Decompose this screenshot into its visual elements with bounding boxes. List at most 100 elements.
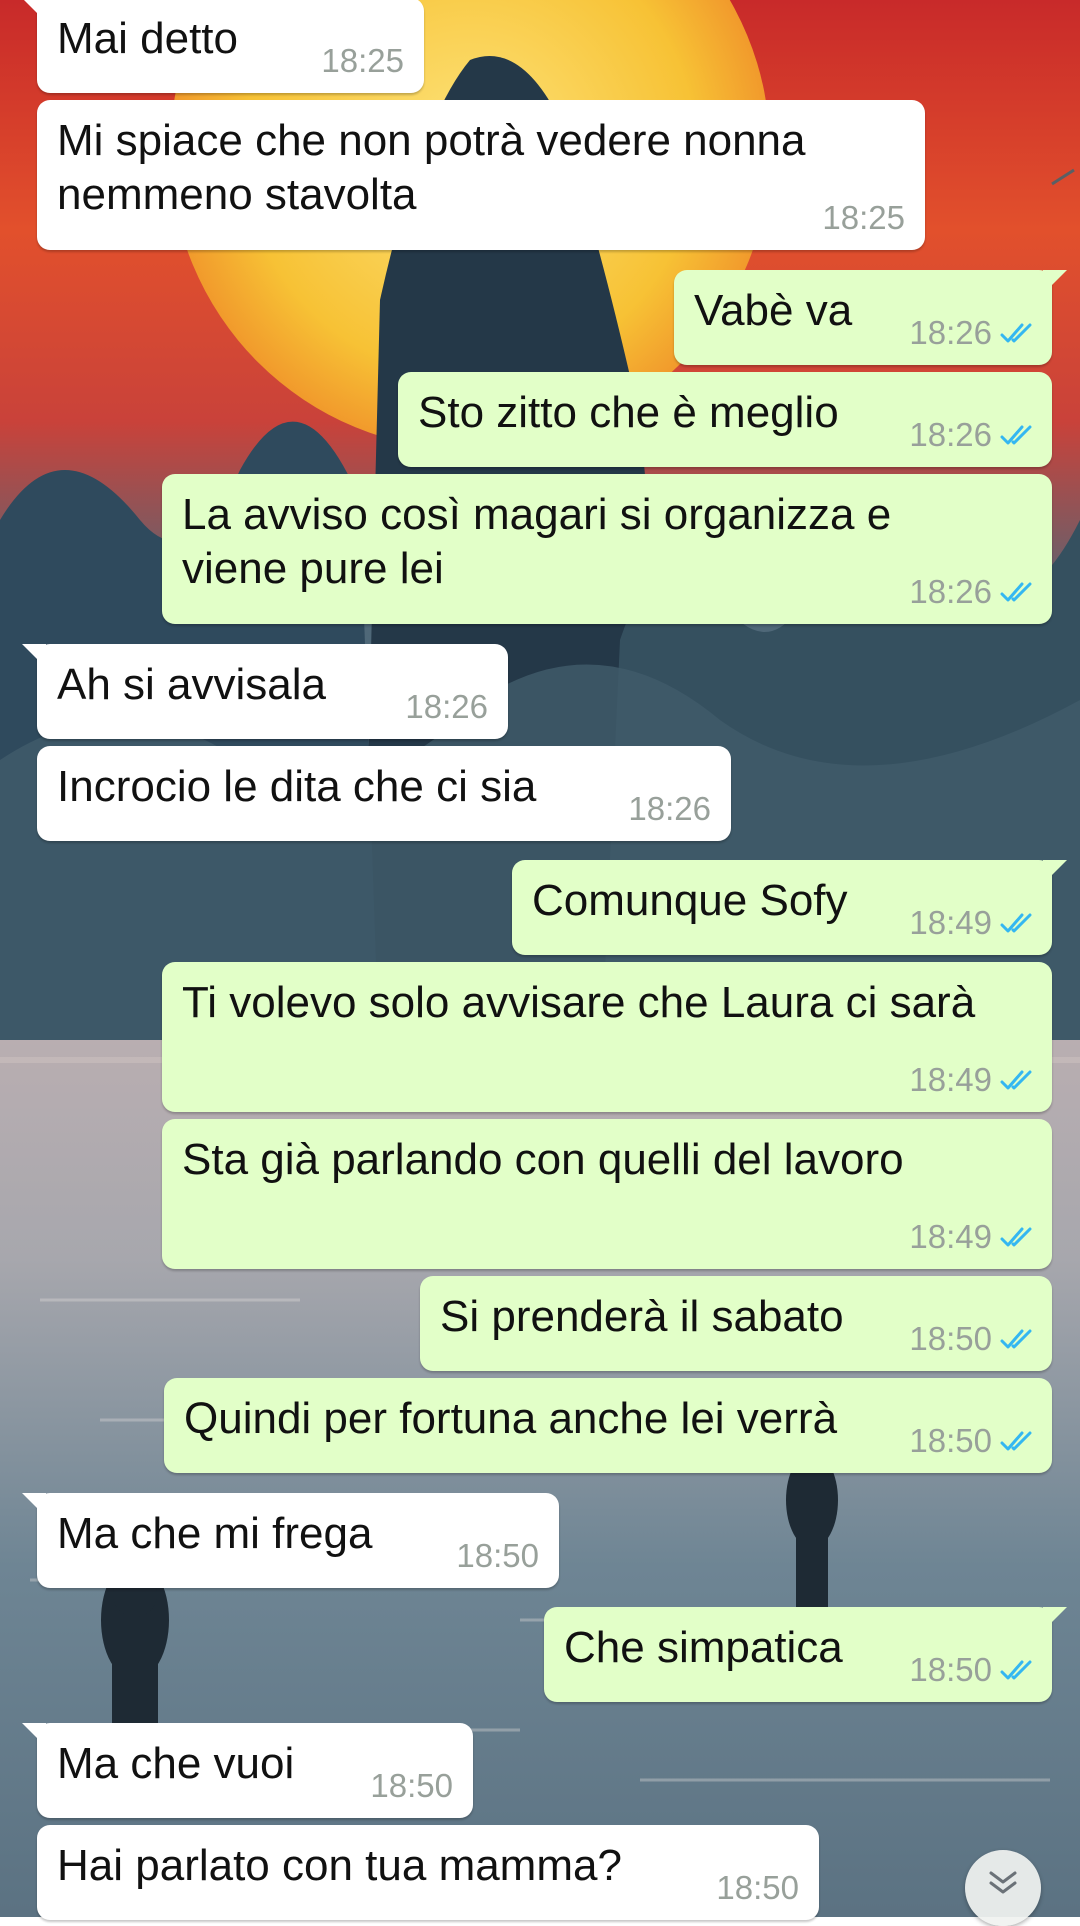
- message-text-line: Sto zitto che è meglio: [418, 388, 839, 437]
- message-text: Sta già parlando con quelli del lavoro: [182, 1133, 904, 1187]
- message-timestamp: 18:49: [909, 1218, 992, 1255]
- outgoing-message-bubble[interactable]: Si prenderà il sabato 18:50: [420, 1276, 1052, 1371]
- double-check-read-icon: [1000, 582, 1032, 602]
- message-text: La avviso così magari si organizza e vien…: [182, 488, 891, 596]
- bubble-tail: [22, 1723, 46, 1747]
- message-text: Sto zitto che è meglio: [418, 386, 839, 440]
- message-meta: 18:26: [909, 415, 1036, 455]
- double-check-read-icon: [1000, 425, 1032, 445]
- message-text: Incrocio le dita che ci sia: [57, 760, 536, 814]
- message-meta: 18:26: [405, 687, 488, 727]
- incoming-message-bubble[interactable]: Mi spiace che non potrà vedere nonna nemm…: [37, 100, 925, 250]
- message-timestamp: 18:49: [909, 1061, 992, 1098]
- message-meta: 18:50: [909, 1650, 1036, 1690]
- message-text: Si prenderà il sabato: [440, 1290, 844, 1344]
- message-meta: 18:26: [628, 789, 711, 829]
- message-text: Ma che mi frega: [57, 1507, 372, 1561]
- bubble-tail: [24, 0, 46, 22]
- message-text: Mai detto: [57, 12, 238, 66]
- message-text: Quindi per fortuna anche lei verrà: [184, 1392, 837, 1446]
- outgoing-message-bubble[interactable]: Quindi per fortuna anche lei verrà 18:50: [164, 1378, 1052, 1473]
- message-text-line: La avviso così magari si organizza e: [182, 490, 892, 539]
- message-timestamp: 18:25: [321, 42, 404, 79]
- incoming-message-bubble[interactable]: Hai parlato con tua mamma? 18:50: [37, 1825, 819, 1920]
- incoming-message-bubble[interactable]: Ma che mi frega 18:50: [22, 1493, 559, 1588]
- bubble-tail: [1043, 860, 1067, 884]
- message-meta: 18:49: [909, 1217, 1036, 1257]
- message-timestamp: 18:26: [909, 416, 992, 453]
- outgoing-message-bubble[interactable]: Ti volevo solo avvisare che Laura ci sar…: [162, 962, 1052, 1112]
- message-text: Vabè va: [694, 284, 852, 338]
- outgoing-message-bubble[interactable]: Sta già parlando con quelli del lavoro 18…: [162, 1119, 1052, 1269]
- double-check-read-icon: [1000, 1329, 1032, 1349]
- message-meta: 18:50: [716, 1868, 799, 1908]
- message-timestamp: 18:50: [370, 1767, 453, 1804]
- message-timestamp: 18:26: [909, 314, 992, 351]
- chat-message-list[interactable]: Mai detto 18:25 Mi spiace che non potrà ve…: [0, 0, 1080, 1920]
- message-text: Comunque Sofy: [532, 874, 848, 928]
- double-chevron-down-icon: [989, 1871, 1017, 1894]
- message-timestamp: 18:26: [628, 790, 711, 827]
- message-meta: 18:49: [909, 1060, 1036, 1100]
- bubble-tail: [22, 644, 46, 668]
- bubble-tail: [1043, 1607, 1067, 1631]
- incoming-message-bubble[interactable]: Ma che vuoi 18:50: [22, 1723, 473, 1818]
- message-meta: 18:25: [822, 198, 905, 238]
- message-text-line: Ti volevo solo avvisare che Laura ci sar…: [182, 978, 976, 1027]
- outgoing-message-bubble[interactable]: Comunque Sofy 18:49: [512, 860, 1067, 955]
- message-text-line: Si prenderà il sabato: [440, 1292, 844, 1341]
- incoming-message-bubble[interactable]: Incrocio le dita che ci sia 18:26: [37, 746, 731, 841]
- message-meta: 18:25: [321, 41, 404, 81]
- double-check-read-icon: [1000, 1660, 1032, 1680]
- message-text: Ma che vuoi: [57, 1737, 294, 1791]
- chevron-right-icon: [1051, 168, 1075, 186]
- message-text: Che simpatica: [564, 1621, 843, 1675]
- message-text-line: viene pure lei: [182, 544, 444, 593]
- message-meta: 18:49: [909, 903, 1036, 943]
- message-text-line: Mi spiace che non potrà vedere nonna: [57, 116, 806, 165]
- message-timestamp: 18:26: [909, 573, 992, 610]
- incoming-message-bubble[interactable]: Mai detto 18:25: [24, 0, 424, 93]
- bubble-tail: [1043, 270, 1067, 294]
- message-text-line: Comunque Sofy: [532, 876, 848, 925]
- message-text: Ti volevo solo avvisare che Laura ci sar…: [182, 976, 975, 1030]
- message-text-line: Ma che vuoi: [57, 1739, 295, 1788]
- incoming-message-bubble[interactable]: Ah si avvisala 18:26: [22, 644, 508, 739]
- message-text-line: Incrocio le dita che ci sia: [57, 762, 537, 811]
- double-check-read-icon: [1000, 1431, 1032, 1451]
- outgoing-message-bubble[interactable]: Sto zitto che è meglio 18:26: [398, 372, 1052, 467]
- message-timestamp: 18:50: [909, 1320, 992, 1357]
- outgoing-message-bubble[interactable]: Che simpatica 18:50: [544, 1607, 1067, 1702]
- message-timestamp: 18:50: [909, 1651, 992, 1688]
- scroll-to-bottom-button[interactable]: [965, 1850, 1041, 1926]
- message-timestamp: 18:49: [909, 904, 992, 941]
- message-text-line: Mai detto: [57, 14, 238, 63]
- message-meta: 18:26: [909, 313, 1036, 353]
- message-text: Ah si avvisala: [57, 658, 326, 712]
- message-meta: 18:50: [370, 1766, 453, 1806]
- message-text-line: Sta già parlando con quelli del lavoro: [182, 1135, 904, 1184]
- bubble-tail: [22, 1493, 46, 1517]
- message-meta: 18:50: [909, 1319, 1036, 1359]
- message-text-line: Che simpatica: [564, 1623, 843, 1672]
- message-timestamp: 18:50: [716, 1869, 799, 1906]
- message-timestamp: 18:25: [822, 199, 905, 236]
- double-check-read-icon: [1000, 913, 1032, 933]
- message-text-line: Vabè va: [694, 286, 853, 335]
- double-check-read-icon: [1000, 323, 1032, 343]
- message-timestamp: 18:26: [405, 688, 488, 725]
- message-timestamp: 18:50: [456, 1537, 539, 1574]
- message-text-line: nemmeno stavolta: [57, 170, 417, 219]
- outgoing-message-bubble[interactable]: Vabè va 18:26: [674, 270, 1067, 365]
- message-meta: 18:50: [456, 1536, 539, 1576]
- message-timestamp: 18:50: [909, 1422, 992, 1459]
- message-text-line: Ah si avvisala: [57, 660, 327, 709]
- outgoing-message-bubble[interactable]: La avviso così magari si organizza e vien…: [162, 474, 1052, 624]
- message-text-line: Ma che mi frega: [57, 1509, 373, 1558]
- message-meta: 18:50: [909, 1421, 1036, 1461]
- message-text-line: Hai parlato con tua mamma?: [57, 1841, 622, 1890]
- message-meta: 18:26: [909, 572, 1036, 612]
- message-text: Hai parlato con tua mamma?: [57, 1839, 622, 1893]
- double-check-read-icon: [1000, 1070, 1032, 1090]
- message-text: Mi spiace che non potrà vedere nonna nemm…: [57, 114, 806, 222]
